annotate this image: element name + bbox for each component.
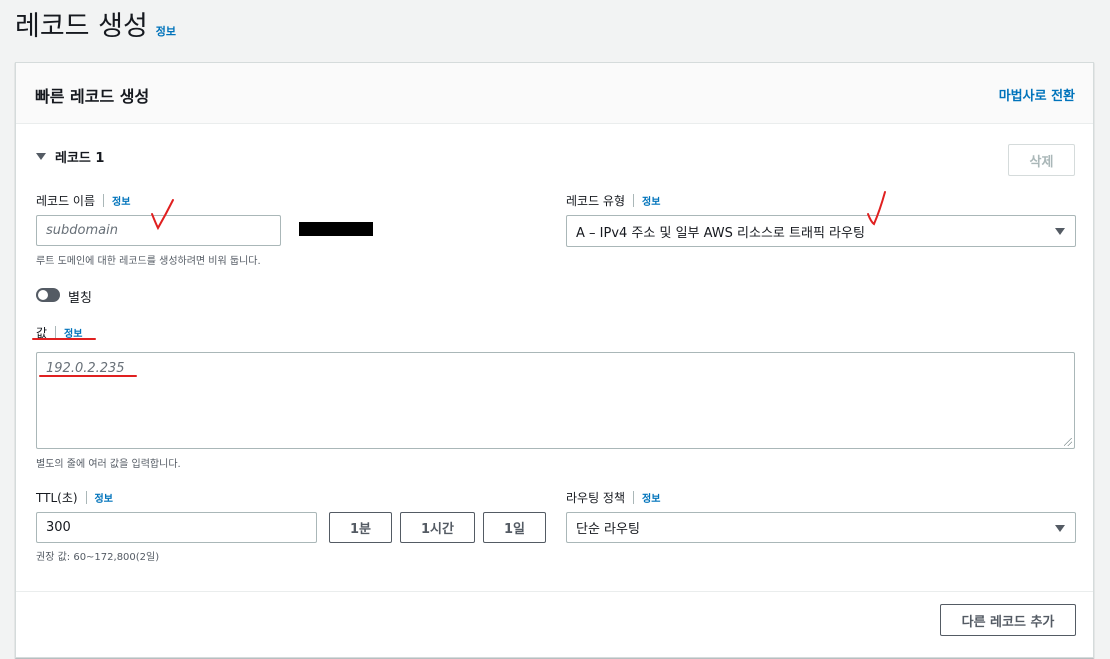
record-name-input[interactable]: subdomain bbox=[36, 215, 281, 246]
switch-to-wizard-link[interactable]: 마법사로 전환 bbox=[999, 85, 1075, 104]
routing-policy-value: 단순 라우팅 bbox=[576, 522, 640, 537]
ttl-label-row: TTL(초) 정보 bbox=[36, 489, 113, 506]
routing-policy-label: 라우팅 정책 bbox=[566, 491, 626, 505]
ttl-1-hour-button[interactable]: 1시간 bbox=[400, 512, 475, 543]
delete-record-button[interactable]: 삭제 bbox=[1008, 144, 1075, 176]
value-placeholder: 192.0.2.235 bbox=[46, 361, 125, 376]
resize-grip-icon[interactable] bbox=[1064, 438, 1072, 446]
quick-create-panel: 빠른 레코드 생성 마법사로 전환 레코드 1 삭제 레코드 이름 정보 sub… bbox=[15, 62, 1094, 658]
ttl-value: 300 bbox=[46, 520, 71, 535]
record-type-value: A – IPv4 주소 및 일부 AWS 리소스로 트래픽 라우팅 bbox=[576, 225, 865, 241]
page-info-link[interactable]: 정보 bbox=[156, 23, 176, 39]
redacted-domain bbox=[299, 222, 373, 236]
routing-policy-info-link[interactable]: 정보 bbox=[642, 490, 660, 505]
record-expander-label: 레코드 1 bbox=[55, 151, 105, 166]
record-name-info-link[interactable]: 정보 bbox=[112, 193, 130, 208]
value-label: 값 bbox=[36, 326, 48, 340]
ttl-hint: 권장 값: 60~172,800(2일) bbox=[36, 552, 160, 563]
value-hint: 별도의 줄에 여러 값을 입력합니다. bbox=[36, 459, 181, 470]
label-divider bbox=[633, 194, 635, 207]
record-expander[interactable]: 레코드 1 bbox=[36, 147, 104, 166]
alias-toggle-label: 별칭 bbox=[68, 291, 92, 306]
value-info-link[interactable]: 정보 bbox=[64, 325, 82, 340]
add-another-record-button[interactable]: 다른 레코드 추가 bbox=[940, 604, 1076, 636]
ttl-1-minute-button[interactable]: 1분 bbox=[329, 512, 392, 543]
footer-divider bbox=[16, 591, 1093, 592]
record-name-placeholder: subdomain bbox=[46, 223, 118, 238]
record-type-info-link[interactable]: 정보 bbox=[642, 193, 660, 208]
record-type-label-row: 레코드 유형 정보 bbox=[566, 192, 660, 209]
dropdown-arrow-icon bbox=[1055, 524, 1065, 532]
ttl-input[interactable]: 300 bbox=[36, 512, 317, 543]
caret-down-icon bbox=[36, 153, 46, 160]
panel-title: 빠른 레코드 생성 bbox=[35, 87, 150, 106]
toggle-knob bbox=[38, 290, 48, 300]
value-textarea[interactable]: 192.0.2.235 bbox=[36, 352, 1075, 449]
dropdown-arrow-icon bbox=[1055, 228, 1065, 235]
alias-toggle[interactable] bbox=[36, 288, 60, 302]
ttl-info-link[interactable]: 정보 bbox=[95, 490, 113, 505]
label-divider bbox=[85, 491, 87, 504]
record-name-hint: 루트 도메인에 대한 레코드를 생성하려면 비워 둡니다. bbox=[36, 256, 261, 267]
label-divider bbox=[103, 194, 105, 207]
routing-policy-label-row: 라우팅 정책 정보 bbox=[566, 489, 660, 506]
ttl-1-day-button[interactable]: 1일 bbox=[483, 512, 546, 543]
ttl-label: TTL(초) bbox=[36, 491, 78, 505]
record-name-label: 레코드 이름 bbox=[36, 194, 96, 208]
label-divider bbox=[55, 326, 57, 339]
panel-header: 빠른 레코드 생성 마법사로 전환 bbox=[16, 63, 1093, 124]
record-name-label-row: 레코드 이름 정보 bbox=[36, 192, 130, 209]
record-type-select[interactable]: A – IPv4 주소 및 일부 AWS 리소스로 트래픽 라우팅 bbox=[566, 215, 1076, 247]
routing-policy-select[interactable]: 단순 라우팅 bbox=[566, 512, 1076, 543]
page-header: 레코드 생성 정보 bbox=[15, 4, 176, 43]
page-title: 레코드 생성 bbox=[15, 11, 148, 42]
label-divider bbox=[633, 491, 635, 504]
value-label-row: 값 정보 bbox=[36, 324, 82, 341]
record-type-label: 레코드 유형 bbox=[566, 194, 626, 208]
